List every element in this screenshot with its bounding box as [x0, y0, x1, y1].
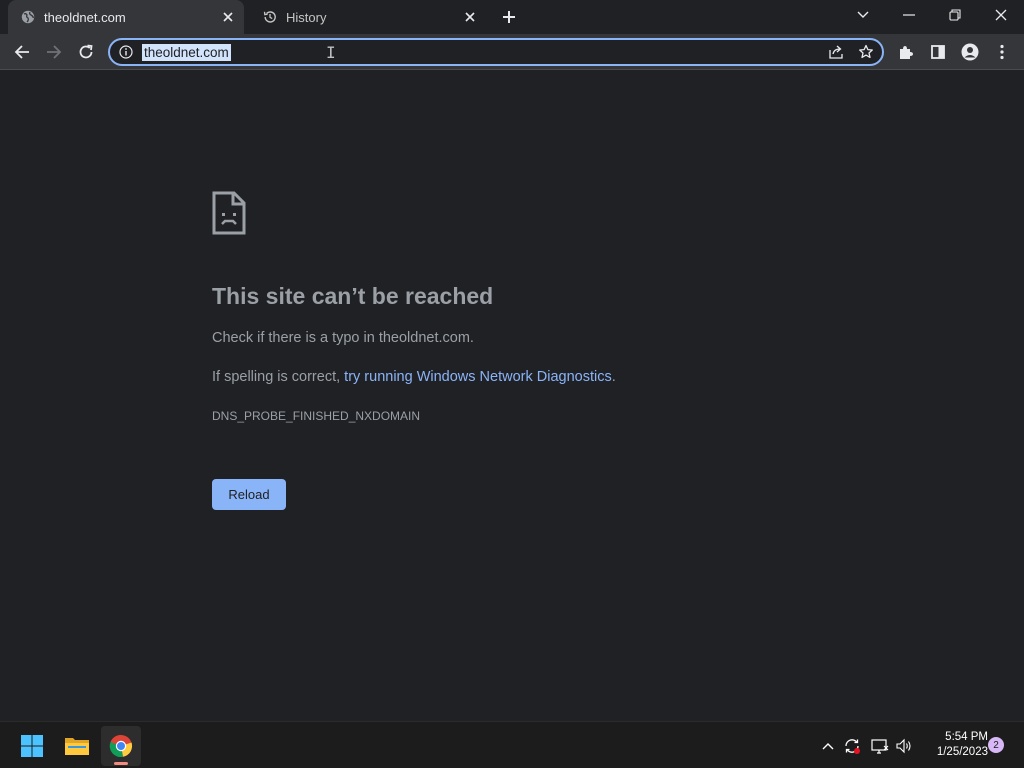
- menu-button[interactable]: [989, 39, 1015, 65]
- avatar-icon: [961, 43, 979, 61]
- history-icon: [262, 9, 278, 25]
- notification-badge[interactable]: 2: [988, 737, 1004, 753]
- tab-title: theoldnet.com: [44, 9, 126, 25]
- globe-icon: [20, 9, 36, 25]
- taskbar-clock[interactable]: 5:54 PM 1/25/2023: [916, 730, 988, 760]
- tab-title: History: [286, 9, 327, 25]
- folder-icon: [65, 738, 89, 755]
- diagnostics-prefix: If spelling is correct,: [212, 369, 345, 385]
- arrow-left-icon: [14, 45, 29, 59]
- start-button[interactable]: [12, 726, 52, 766]
- tab-strip: theoldnet.com History: [0, 0, 1024, 34]
- new-tab-button[interactable]: [498, 6, 520, 28]
- volume-button[interactable]: [894, 736, 914, 756]
- tab-theoldnet[interactable]: theoldnet.com: [8, 0, 244, 34]
- restore-button[interactable]: [932, 0, 978, 30]
- restore-icon: [949, 9, 961, 21]
- text-cursor-icon: I: [326, 43, 336, 62]
- error-suggestion-typo: Check if there is a typo in theoldnet.co…: [212, 330, 474, 346]
- reload-button[interactable]: Reload: [212, 479, 286, 510]
- profile-button[interactable]: [957, 39, 983, 65]
- side-panel-icon: [931, 45, 945, 59]
- file-explorer-button[interactable]: [57, 726, 97, 766]
- side-panel-button[interactable]: [925, 39, 951, 65]
- tab-search-button[interactable]: [840, 0, 886, 30]
- network-diagnostics-link[interactable]: try running Windows Network Diagnostics: [344, 369, 612, 385]
- share-icon[interactable]: [828, 44, 844, 65]
- kebab-menu-icon: [1000, 44, 1004, 60]
- minimize-icon: [903, 14, 915, 16]
- info-icon[interactable]: [119, 45, 133, 59]
- error-suggestion-diagnostics: If spelling is correct, try running Wind…: [212, 369, 616, 385]
- close-icon[interactable]: [218, 7, 238, 27]
- reload-toolbar-button[interactable]: [73, 39, 99, 65]
- error-code: DNS_PROBE_FINISHED_NXDOMAIN: [212, 409, 421, 423]
- browser-toolbar: theoldnet.com I: [0, 34, 1024, 70]
- refresh-icon: [79, 44, 93, 59]
- close-window-button[interactable]: [978, 0, 1024, 30]
- windows-taskbar: 5:54 PM 1/25/2023 2: [0, 721, 1024, 768]
- address-bar[interactable]: theoldnet.com I: [108, 38, 884, 66]
- url-text[interactable]: theoldnet.com: [142, 44, 231, 61]
- chevron-up-icon: [822, 743, 834, 750]
- arrow-right-icon: [47, 45, 62, 59]
- extensions-button[interactable]: [893, 39, 919, 65]
- close-icon[interactable]: [460, 7, 480, 27]
- minimize-button[interactable]: [886, 0, 932, 30]
- diagnostics-suffix: .: [611, 369, 616, 385]
- clock-date: 1/25/2023: [936, 746, 988, 758]
- sad-document-icon: [212, 191, 246, 240]
- error-page: This site can’t be reached Check if ther…: [0, 71, 1024, 721]
- error-title: This site can’t be reached: [212, 283, 494, 309]
- sync-status-button[interactable]: [842, 736, 862, 756]
- chrome-icon: [109, 734, 133, 758]
- forward-button[interactable]: [41, 39, 67, 65]
- speaker-icon: [896, 738, 911, 754]
- show-hidden-icons-button[interactable]: [818, 736, 838, 756]
- bookmark-star-icon[interactable]: [858, 44, 874, 65]
- sync-icon: [845, 739, 860, 754]
- network-button[interactable]: [870, 736, 890, 756]
- tab-history[interactable]: History: [250, 0, 486, 34]
- chevron-down-icon: [857, 11, 869, 18]
- network-monitor-icon: [871, 739, 889, 754]
- running-indicator: [114, 762, 128, 765]
- puzzle-icon: [900, 46, 913, 59]
- back-button[interactable]: [9, 39, 35, 65]
- plus-icon: [503, 11, 515, 23]
- clock-time: 5:54 PM: [945, 731, 988, 743]
- close-icon: [995, 9, 1007, 21]
- windows-logo-icon: [21, 735, 43, 757]
- chrome-taskbar-button[interactable]: [101, 726, 141, 766]
